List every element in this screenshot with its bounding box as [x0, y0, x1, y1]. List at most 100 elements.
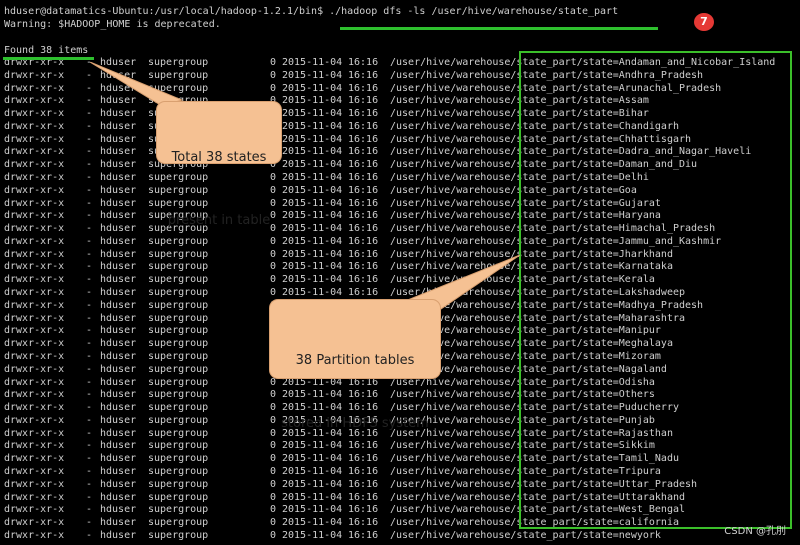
listing-date: 2015-11-04	[282, 210, 343, 222]
listing-permissions: drwxr-xr-x	[4, 478, 65, 490]
listing-permissions: drwxr-xr-x	[4, 210, 65, 222]
listing-replication: -	[86, 491, 93, 503]
listing-owner: hduser	[100, 338, 137, 350]
listing-owner: hduser	[100, 146, 137, 158]
listing-owner: hduser	[100, 210, 137, 222]
listing-replication: -	[86, 312, 93, 324]
watermark: CSDN @孔刖	[724, 526, 786, 537]
listing-owner: hduser	[100, 517, 137, 529]
listing-replication: -	[86, 427, 93, 439]
callout-total-states-line1: Total 38 states	[171, 150, 267, 165]
listing-date: 2015-11-04	[282, 261, 343, 273]
listing-permissions: drwxr-xr-x	[4, 184, 65, 196]
listing-owner: hduser	[100, 402, 137, 414]
listing-time: 16:16	[348, 95, 379, 107]
callout-partition-tables-line1: 38 Partition tables	[295, 353, 415, 368]
command-line: hduser@datamatics-Ubuntu:/usr/local/hado…	[4, 6, 618, 19]
listing-date: 2015-11-04	[282, 248, 343, 260]
listing-size: 0	[270, 517, 277, 529]
listing-group: supergroup	[148, 427, 209, 439]
listing-time: 16:16	[348, 108, 379, 120]
listing-size: 0	[270, 69, 277, 81]
listing-time: 16:16	[348, 504, 379, 516]
listing-owner: hduser	[100, 133, 137, 145]
listing-permissions: drwxr-xr-x	[4, 159, 65, 171]
listing-date: 2015-11-04	[282, 478, 343, 490]
listing-group: supergroup	[148, 325, 209, 337]
listing-permissions: drwxr-xr-x	[4, 82, 65, 94]
listing-replication: -	[86, 210, 93, 222]
listing-date: 2015-11-04	[282, 491, 343, 503]
listing-permissions: drwxr-xr-x	[4, 517, 65, 529]
listing-date: 2015-11-04	[282, 146, 343, 158]
step-number-badge: 7	[694, 13, 714, 31]
state-partitions-highlight-box	[519, 51, 792, 529]
listing-time: 16:16	[348, 146, 379, 158]
listing-replication: -	[86, 235, 93, 247]
listing-owner: hduser	[100, 376, 137, 388]
listing-permissions: drwxr-xr-x	[4, 299, 65, 311]
listing-group: supergroup	[148, 414, 209, 426]
listing-permissions: drwxr-xr-x	[4, 350, 65, 362]
listing-permissions: drwxr-xr-x	[4, 274, 65, 286]
listing-permissions: drwxr-xr-x	[4, 172, 65, 184]
listing-owner: hduser	[100, 235, 137, 247]
listing-group: supergroup	[148, 453, 209, 465]
listing-replication: -	[86, 274, 93, 286]
listing-owner: hduser	[100, 172, 137, 184]
listing-group: supergroup	[148, 478, 209, 490]
listing-time: 16:16	[348, 529, 379, 541]
listing-date: 2015-11-04	[282, 235, 343, 247]
listing-time: 16:16	[348, 57, 379, 68]
listing-time: 16:16	[348, 223, 379, 235]
listing-path: /user/hive/warehouse/state_part/state=ne…	[390, 529, 661, 541]
listing-size: 0	[270, 478, 277, 490]
listing-replication: -	[86, 325, 93, 337]
listing-replication: -	[86, 529, 93, 541]
listing-owner: hduser	[100, 529, 137, 541]
terminal-window[interactable]: hduser@datamatics-Ubuntu:/usr/local/hado…	[0, 0, 800, 545]
listing-owner: hduser	[100, 389, 137, 401]
warning-line: Warning: $HADOOP_HOME is deprecated.	[4, 19, 221, 30]
callout-total-states-line2: present in table	[167, 213, 271, 228]
listing-size: 0	[270, 274, 277, 286]
listing-time: 16:16	[348, 82, 379, 94]
shell-command: ./hadoop dfs -ls /user/hive/warehouse/st…	[323, 6, 619, 17]
listing-permissions: drwxr-xr-x	[4, 223, 65, 235]
listing-size: 0	[270, 287, 277, 299]
listing-permissions: drwxr-xr-x	[4, 69, 65, 81]
listing-group: supergroup	[148, 299, 209, 311]
listing-permissions: drwxr-xr-x	[4, 312, 65, 324]
listing-group: supergroup	[148, 491, 209, 503]
listing-date: 2015-11-04	[282, 159, 343, 171]
listing-replication: -	[86, 389, 93, 401]
listing-owner: hduser	[100, 197, 137, 209]
listing-replication: -	[86, 120, 93, 132]
listing-group: supergroup	[148, 312, 209, 324]
listing-group: supergroup	[148, 376, 209, 388]
listing-group: supergroup	[148, 402, 209, 414]
shell-prompt: hduser@datamatics-Ubuntu:/usr/local/hado…	[4, 6, 324, 17]
listing-owner: hduser	[100, 248, 137, 260]
listing-time: 16:16	[348, 491, 379, 503]
listing-time: 16:16	[348, 120, 379, 132]
listing-date: 2015-11-04	[282, 517, 343, 529]
listing-owner: hduser	[100, 120, 137, 132]
listing-replication: -	[86, 440, 93, 452]
listing-date: 2015-11-04	[282, 108, 343, 120]
listing-permissions: drwxr-xr-x	[4, 261, 65, 273]
listing-permissions: drwxr-xr-x	[4, 133, 65, 145]
listing-replication: -	[86, 172, 93, 184]
listing-owner: hduser	[100, 363, 137, 375]
listing-replication: -	[86, 133, 93, 145]
listing-owner: hduser	[100, 261, 137, 273]
listing-owner: hduser	[100, 223, 137, 235]
listing-date: 2015-11-04	[282, 95, 343, 107]
listing-replication: -	[86, 517, 93, 529]
listing-owner: hduser	[100, 453, 137, 465]
listing-permissions: drwxr-xr-x	[4, 440, 65, 452]
listing-group: supergroup	[148, 440, 209, 452]
listing-replication: -	[86, 402, 93, 414]
listing-size: 0	[270, 529, 277, 541]
listing-permissions: drwxr-xr-x	[4, 95, 65, 107]
